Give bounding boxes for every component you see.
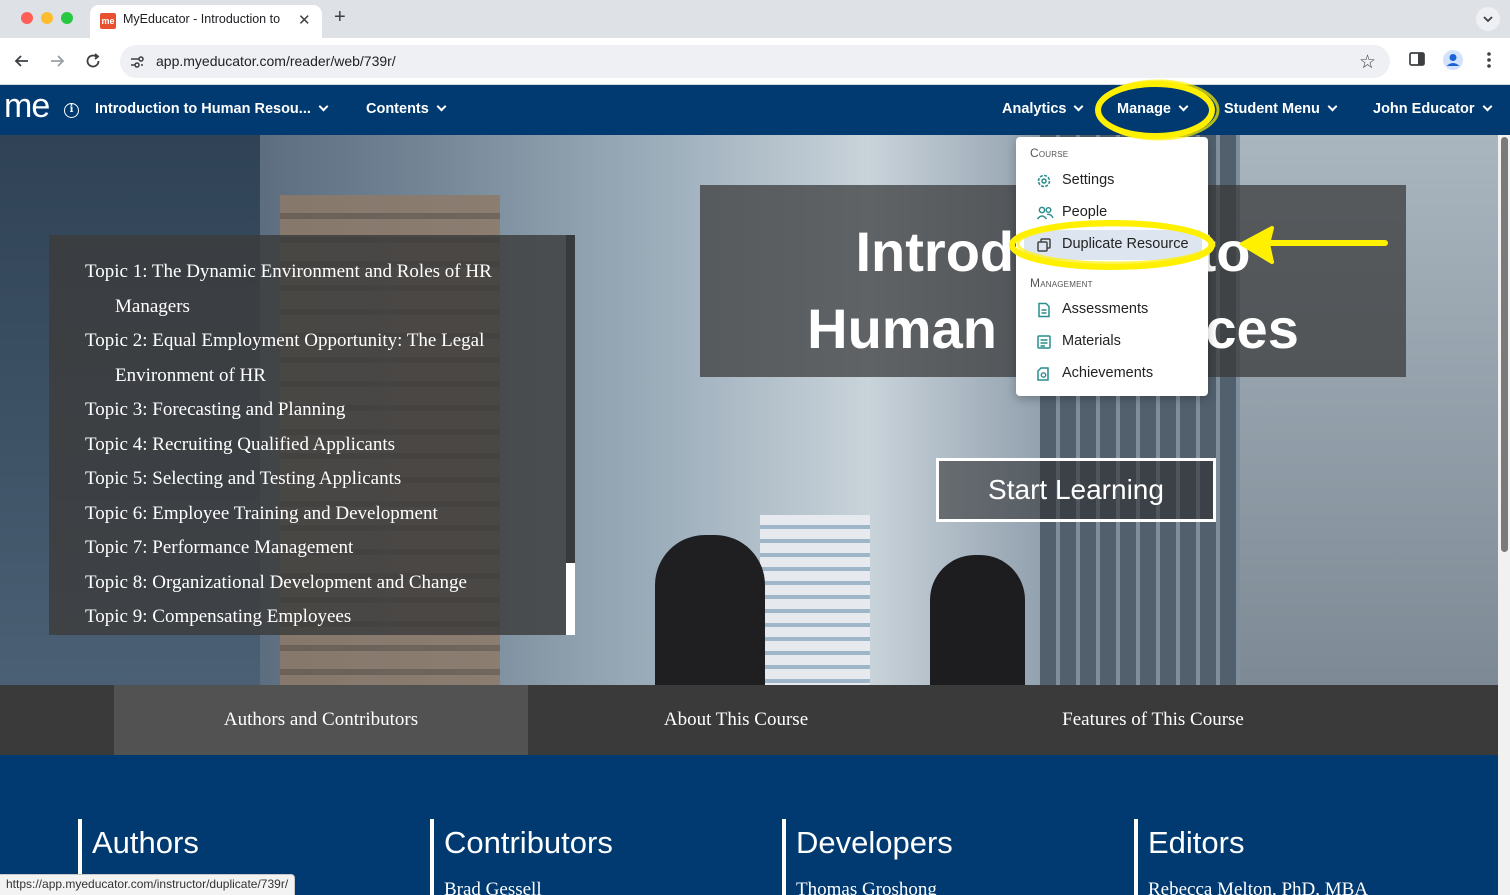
topic-link[interactable]: Topic 7: Performance Management [85, 531, 525, 566]
duplicate-icon [1037, 238, 1051, 252]
people-icon [1036, 206, 1054, 220]
menu-item-label: Assessments [1062, 301, 1149, 317]
url-text: app.myeducator.com/reader/web/739r/ [156, 53, 396, 69]
achievement-icon [1037, 367, 1049, 381]
topics-panel: Topic 1: The Dynamic Environment and Rol… [49, 235, 575, 635]
info-icon[interactable]: i [64, 103, 79, 118]
chevron-down-icon [436, 101, 447, 112]
link-status-bar: https://app.myeducator.com/instructor/du… [0, 874, 296, 895]
side-panel-icon[interactable] [1408, 50, 1426, 68]
site-settings-icon[interactable] [129, 54, 145, 70]
manage-menu[interactable]: Manage [1117, 101, 1189, 117]
menu-item-label: Achievements [1062, 365, 1154, 381]
contributors-column: Contributors Brad Gessell [430, 819, 613, 895]
editors-heading: Editors [1148, 825, 1245, 860]
menu-item-assessments[interactable]: Assessments [1016, 295, 1208, 325]
course-title-menu[interactable]: Introduction to Human Resou... [95, 101, 329, 117]
favicon-icon: me [100, 13, 116, 29]
app-navigation-bar: me i Introduction to Human Resou... Cont… [0, 85, 1510, 135]
topic-link[interactable]: Topic 6: Employee Training and Developme… [85, 497, 525, 532]
authors-heading: Authors [92, 825, 199, 860]
manage-label: Manage [1117, 101, 1171, 117]
forward-icon[interactable] [46, 50, 68, 72]
businessman-image [655, 535, 765, 685]
topics-scrollbar[interactable] [566, 235, 575, 635]
contents-label: Contents [366, 101, 429, 117]
back-icon[interactable] [11, 50, 33, 72]
topic-link[interactable]: Topic 1: The Dynamic Environment and Rol… [85, 255, 525, 324]
minimize-window-button[interactable] [41, 12, 53, 24]
browser-menu-icon[interactable] [1484, 50, 1494, 70]
chevron-down-icon [1327, 101, 1338, 112]
course-section-heading: Course [1030, 146, 1069, 160]
analytics-label: Analytics [1002, 101, 1067, 117]
menu-item-materials[interactable]: Materials [1016, 327, 1208, 357]
new-tab-icon[interactable]: + [334, 6, 346, 29]
editor-name: Rebecca Melton, PhD, MBA [1148, 879, 1369, 895]
course-title-label: Introduction to Human Resou... [95, 101, 311, 117]
topic-link[interactable]: Topic 2: Equal Employment Opportunity: T… [85, 324, 525, 393]
gear-icon [1037, 174, 1051, 188]
topics-scrollbar-thumb[interactable] [566, 563, 575, 635]
address-bar[interactable]: app.myeducator.com/reader/web/739r/ ☆ [120, 45, 1390, 78]
chevron-down-icon [1482, 101, 1492, 112]
section-tabs: Authors and Contributors About This Cour… [0, 685, 1498, 755]
menu-item-people[interactable]: People [1016, 198, 1208, 228]
menu-item-duplicate-resource[interactable]: Duplicate Resource [1024, 230, 1202, 260]
management-section-heading: Management [1030, 276, 1093, 290]
topic-link[interactable]: Topic 5: Selecting and Testing Applicant… [85, 462, 525, 497]
developer-name: Thomas Groshong [796, 879, 937, 895]
page-scrollbar[interactable] [1498, 135, 1510, 895]
topic-link[interactable]: Topic 3: Forecasting and Planning [85, 393, 525, 428]
menu-item-label: Settings [1062, 172, 1115, 188]
hero-banner: Topic 1: The Dynamic Environment and Rol… [0, 135, 1498, 685]
topic-link[interactable]: Topic 8: Organizational Development and … [85, 566, 525, 601]
menu-item-label: People [1062, 204, 1108, 220]
user-menu[interactable]: John Educator [1373, 101, 1492, 117]
reload-icon[interactable] [82, 50, 104, 72]
editors-column: Editors Rebecca Melton, PhD, MBA [1134, 819, 1368, 895]
menu-item-achievements[interactable]: Achievements [1016, 359, 1208, 389]
chevron-down-icon [1074, 101, 1084, 112]
topic-link[interactable]: Topic 4: Recruiting Qualified Applicants [85, 428, 525, 463]
chevron-down-icon [1178, 101, 1189, 112]
topic-link[interactable]: Topic 9: Compensating Employees [85, 600, 525, 635]
developers-column: Developers Thomas Groshong [782, 819, 953, 895]
manage-dropdown-menu: Course Settings People Duplicate Resourc… [1016, 137, 1208, 396]
start-learning-button[interactable]: Start Learning [936, 458, 1216, 522]
businessman-image [930, 555, 1025, 685]
menu-item-label: Duplicate Resource [1062, 236, 1189, 252]
building-image [760, 515, 870, 685]
maximize-window-button[interactable] [61, 12, 73, 24]
close-window-button[interactable] [21, 12, 33, 24]
contents-menu[interactable]: Contents [366, 101, 447, 117]
student-menu-label: Student Menu [1224, 101, 1320, 117]
tab-search-icon[interactable] [1476, 7, 1500, 31]
tab-bar: me MyEducator - Introduction to Human Re… [0, 0, 1510, 38]
profile-avatar-icon[interactable] [1442, 49, 1464, 71]
user-name-label: John Educator [1373, 101, 1475, 117]
contributor-name: Brad Gessell [444, 879, 542, 895]
topics-list: Topic 1: The Dynamic Environment and Rol… [85, 255, 525, 635]
materials-icon [1037, 335, 1051, 349]
tab-authors-and-contributors[interactable]: Authors and Contributors [114, 685, 528, 755]
tab-features-of-this-course[interactable]: Features of This Course [944, 685, 1362, 755]
close-tab-icon[interactable]: ✕ [298, 11, 311, 29]
tab-about-this-course[interactable]: About This Course [528, 685, 944, 755]
menu-item-settings[interactable]: Settings [1016, 166, 1208, 196]
developers-heading: Developers [796, 825, 953, 860]
student-menu[interactable]: Student Menu [1224, 101, 1338, 117]
analytics-menu[interactable]: Analytics [1002, 101, 1084, 117]
browser-tab[interactable]: me MyEducator - Introduction to Human Re… [90, 5, 322, 38]
chevron-down-icon [318, 101, 329, 112]
browser-window: me MyEducator - Introduction to Human Re… [0, 0, 1510, 895]
document-icon [1038, 302, 1050, 318]
bookmark-star-icon[interactable]: ☆ [1359, 51, 1376, 74]
myeducator-logo[interactable]: me [4, 87, 50, 126]
menu-item-label: Materials [1062, 333, 1121, 349]
contributors-heading: Contributors [444, 825, 613, 860]
page-scrollbar-thumb[interactable] [1501, 137, 1508, 552]
tab-title: MyEducator - Introduction to Human Resou… [123, 12, 283, 26]
browser-toolbar: app.myeducator.com/reader/web/739r/ ☆ [0, 38, 1510, 85]
